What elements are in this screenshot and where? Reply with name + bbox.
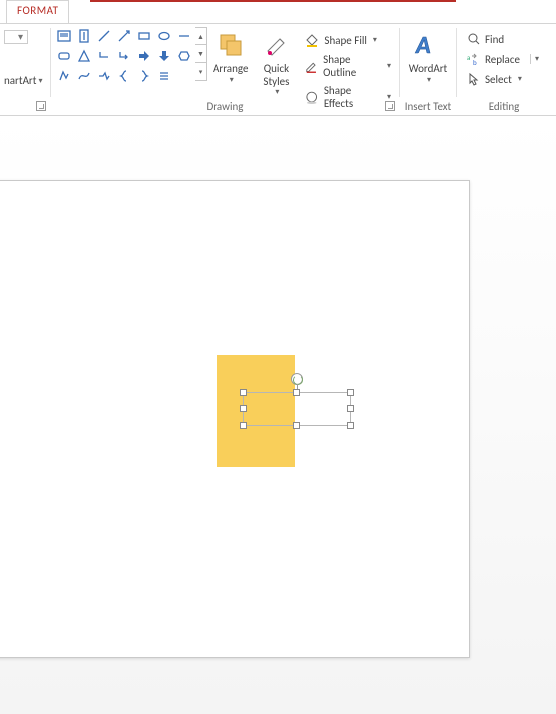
arrange-icon xyxy=(215,29,247,61)
shape-scribble[interactable] xyxy=(155,67,173,85)
shape-textbox[interactable] xyxy=(55,27,73,45)
resize-handle-b[interactable] xyxy=(293,422,300,429)
resize-handle-tr[interactable] xyxy=(347,389,354,396)
resize-handle-l[interactable] xyxy=(240,405,247,412)
group-drawing: ▲ ▼ ▾ Arrange ▾ Quick Styles ▾ Shap xyxy=(51,24,399,115)
group-label-editing: Editing xyxy=(457,100,551,113)
tab-format[interactable]: FORMAT xyxy=(6,0,69,23)
group-label-drawing: Drawing xyxy=(51,100,399,113)
shape-elbow-arrow[interactable] xyxy=(115,47,133,65)
shape-elbow[interactable] xyxy=(95,47,113,65)
group-insert-text: A WordArt ▾ Insert Text xyxy=(400,24,456,115)
shape-hexagon[interactable] xyxy=(175,47,193,65)
gallery-more-icon[interactable]: ▾ xyxy=(195,63,207,81)
svg-text:b: b xyxy=(473,58,477,66)
group-fragment: ▾ nartArt ▾ xyxy=(0,24,50,115)
generic-dropdown[interactable]: ▾ xyxy=(4,30,28,44)
shape-line2[interactable] xyxy=(175,27,193,45)
shape-rectangle[interactable] xyxy=(135,27,153,45)
svg-text:A: A xyxy=(415,31,431,60)
pencil-icon xyxy=(304,58,319,74)
shape-arrow-line[interactable] xyxy=(115,27,133,45)
shape-vertical-textbox[interactable] xyxy=(75,27,93,45)
chevron-down-icon: ▾ xyxy=(518,74,522,84)
wordart-icon: A xyxy=(412,29,444,61)
find-button[interactable]: Find xyxy=(463,30,543,48)
chevron-down-icon: ▾ xyxy=(38,76,42,86)
document-page[interactable] xyxy=(0,180,470,658)
shape-curve[interactable] xyxy=(75,67,93,85)
shape-triangle[interactable] xyxy=(75,47,93,65)
shape-freeform[interactable] xyxy=(55,67,73,85)
replace-button[interactable]: ab Replace ▾ xyxy=(463,50,543,68)
chevron-down-icon: ▾ xyxy=(427,76,431,85)
chevron-down-icon: ▾ xyxy=(373,35,377,45)
ribbon-tabstrip: FORMAT xyxy=(0,0,556,24)
dialog-launcher-icon[interactable] xyxy=(385,101,395,111)
select-button[interactable]: Select ▾ xyxy=(463,70,543,88)
chevron-down-icon: ▾ xyxy=(387,61,391,71)
wordart-label: WordArt xyxy=(409,63,447,76)
resize-handle-bl[interactable] xyxy=(240,422,247,429)
shape-outline-button[interactable]: Shape Outline ▾ xyxy=(300,52,395,80)
quick-styles-icon xyxy=(260,29,292,61)
resize-handle-t[interactable] xyxy=(293,389,300,396)
replace-icon: ab xyxy=(467,52,481,66)
shape-line[interactable] xyxy=(95,27,113,45)
find-label: Find xyxy=(485,33,504,46)
shape-fill-label: Shape Fill xyxy=(324,34,366,47)
ribbon: ▾ nartArt ▾ xyxy=(0,24,556,116)
replace-label: Replace xyxy=(485,53,520,66)
workspace[interactable] xyxy=(0,116,556,714)
shape-rounded-rect[interactable] xyxy=(55,47,73,65)
shape-oval[interactable] xyxy=(155,27,173,45)
smartart-button[interactable]: nartArt xyxy=(4,74,36,87)
svg-text:a: a xyxy=(467,53,470,62)
search-icon xyxy=(467,32,481,46)
selected-textbox[interactable] xyxy=(243,392,351,426)
group-editing: Find ab Replace ▾ Select ▾ Editing xyxy=(457,24,551,115)
resize-handle-r[interactable] xyxy=(347,405,354,412)
shape-outline-label: Shape Outline xyxy=(323,53,381,79)
gallery-up-icon[interactable]: ▲ xyxy=(195,27,207,45)
select-label: Select xyxy=(485,73,512,86)
shape-left-brace[interactable] xyxy=(115,67,133,85)
cursor-icon xyxy=(467,72,481,86)
resize-handle-tl[interactable] xyxy=(240,389,247,396)
arrange-label: Arrange xyxy=(213,63,248,76)
shape-right-brace[interactable] xyxy=(135,67,153,85)
chevron-down-icon[interactable]: ▾ xyxy=(530,54,539,64)
quick-styles-label: Quick Styles xyxy=(263,63,289,88)
gallery-down-icon[interactable]: ▼ xyxy=(195,45,207,63)
shape-down-arrow[interactable] xyxy=(155,47,173,65)
chevron-down-icon: ▾ xyxy=(230,76,234,85)
bucket-icon xyxy=(304,32,320,48)
chevron-down-icon: ▾ xyxy=(275,88,279,97)
group-label-insert-text: Insert Text xyxy=(400,100,456,113)
shape-connector[interactable] xyxy=(95,67,113,85)
shape-fill-button[interactable]: Shape Fill ▾ xyxy=(300,31,395,49)
dialog-launcher-icon[interactable] xyxy=(36,101,46,111)
resize-handle-br[interactable] xyxy=(347,422,354,429)
shape-right-arrow[interactable] xyxy=(135,47,153,65)
